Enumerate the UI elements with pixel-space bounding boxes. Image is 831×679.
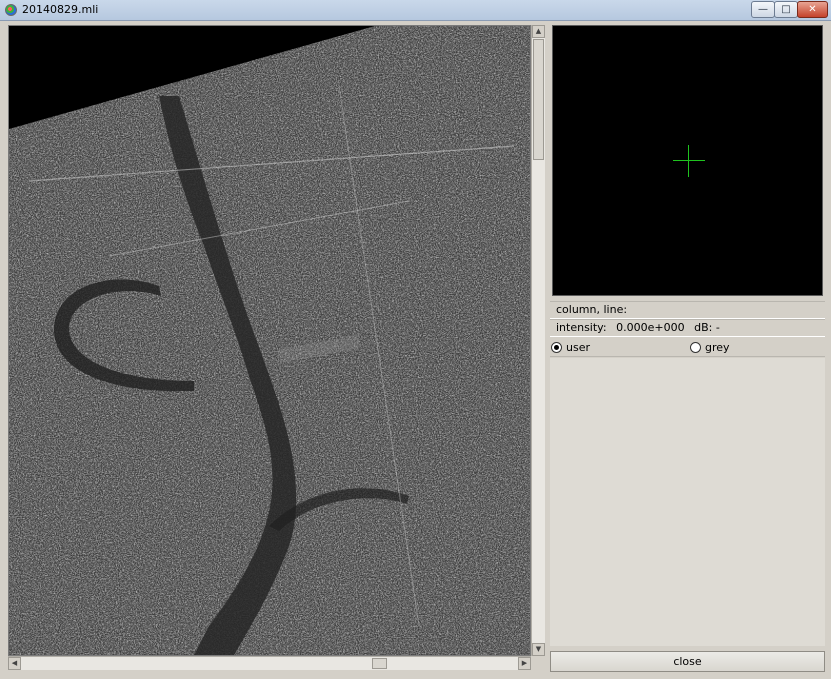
radio-grey-label: grey	[705, 341, 730, 354]
crosshair-vertical	[688, 145, 689, 177]
intensity-value: 0.000e+000	[616, 321, 685, 334]
maximize-button[interactable]: □	[774, 1, 798, 18]
radio-user[interactable]: user	[551, 341, 590, 354]
intensity-readout: intensity: 0.000e+000 dB: -	[550, 319, 825, 337]
radio-grey[interactable]: grey	[690, 341, 730, 354]
image-viewport[interactable]	[8, 25, 531, 656]
title-bar: 20140829.mli — □ ✕	[0, 0, 831, 21]
close-window-button[interactable]: ✕	[797, 1, 828, 18]
db-label: dB: -	[694, 321, 720, 334]
radio-user-label: user	[566, 341, 590, 354]
sar-intensity-image[interactable]	[9, 26, 530, 655]
colormap-selector: user grey	[550, 338, 825, 357]
coordinate-label: column, line:	[556, 303, 628, 316]
coordinate-readout: column, line:	[550, 301, 825, 319]
vertical-scrollbar[interactable]: ▲ ▼	[531, 25, 545, 656]
window-title: 20140829.mli	[22, 3, 99, 16]
crosshair-horizontal	[673, 160, 705, 161]
zoom-preview	[552, 25, 823, 296]
scroll-right-icon[interactable]: ▶	[518, 657, 531, 670]
close-button[interactable]: close	[550, 651, 825, 672]
scroll-down-icon[interactable]: ▼	[532, 643, 545, 656]
app-icon	[5, 4, 17, 16]
scroll-up-icon[interactable]: ▲	[532, 25, 545, 38]
minimize-button[interactable]: —	[751, 1, 775, 18]
scroll-left-icon[interactable]: ◀	[8, 657, 21, 670]
side-panel-empty-area	[550, 358, 825, 646]
vertical-scroll-thumb[interactable]	[533, 39, 544, 160]
horizontal-scroll-thumb[interactable]	[372, 658, 387, 669]
intensity-label: intensity:	[556, 321, 607, 334]
horizontal-scrollbar[interactable]: ◀ ▶	[8, 656, 531, 670]
radio-grey-indicator[interactable]	[690, 342, 701, 353]
radio-user-indicator[interactable]	[551, 342, 562, 353]
